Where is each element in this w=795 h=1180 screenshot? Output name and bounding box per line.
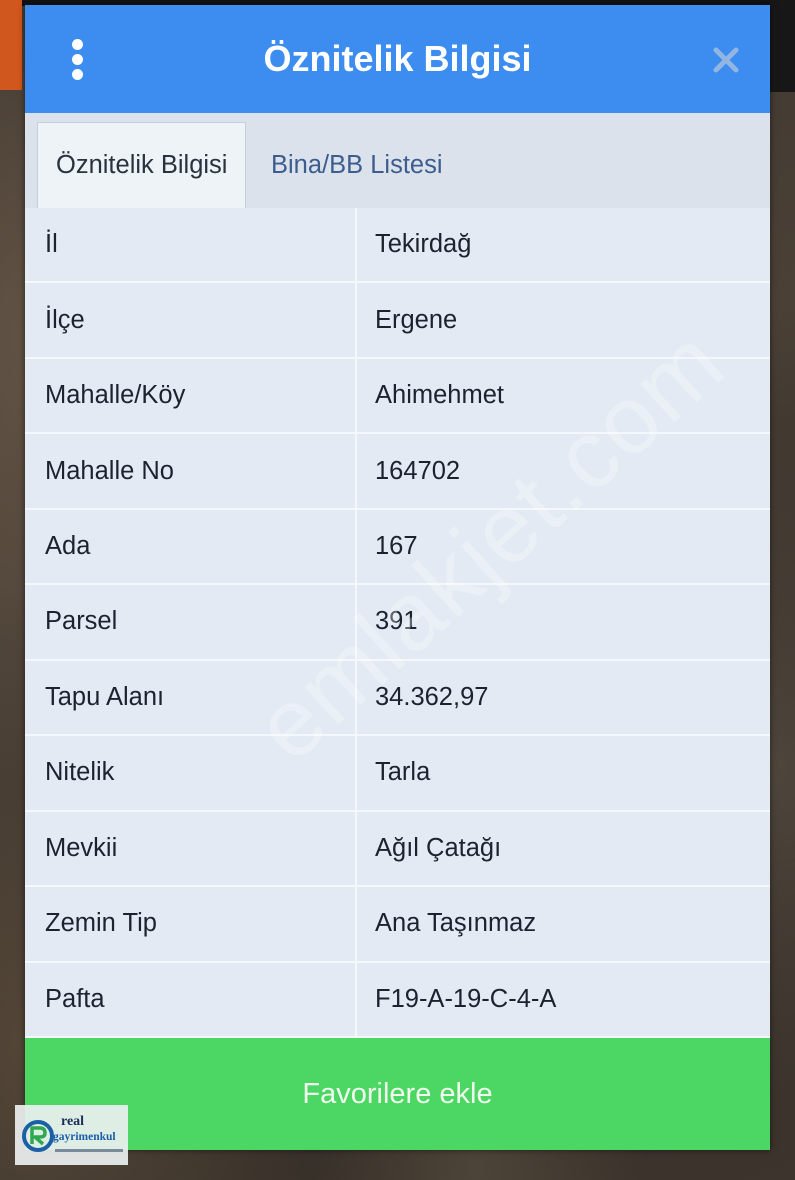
row-label: İlçe: [25, 283, 357, 357]
table-row: İl Tekirdağ: [25, 208, 770, 284]
row-value: Ağıl Çatağı: [375, 833, 502, 862]
table-row: Parsel 391: [25, 585, 770, 661]
tab-attribute-info[interactable]: Öznitelik Bilgisi: [37, 122, 246, 208]
row-label: Parsel: [25, 585, 357, 659]
row-label: Mahalle/Köy: [25, 358, 357, 433]
row-value: 34.362,97: [375, 682, 489, 711]
dialog-title: Öznitelik Bilgisi: [263, 38, 532, 79]
row-value: 167: [375, 532, 418, 561]
table-row: Nitelik Tarla: [25, 736, 770, 812]
company-logo: real gayrimenkul: [15, 1105, 128, 1165]
row-value: 391: [375, 607, 418, 636]
table-row: Zemin Tip Ana Taşınmaz: [25, 887, 770, 963]
row-label: İl: [25, 208, 357, 282]
logo-r-icon: [22, 1120, 54, 1152]
table-row: İlçe Ergene: [25, 283, 770, 359]
row-value: Ana Taşınmaz: [375, 909, 537, 938]
logo-text-bottom: gayrimenkul: [53, 1131, 116, 1143]
row-label: Pafta: [25, 962, 357, 1036]
table-row: Tapu Alanı 34.362,97: [25, 660, 770, 737]
table-row: Mevkii Ağıl Çatağı: [25, 811, 770, 888]
tab-bar: Öznitelik Bilgisi Bina/BB Listesi: [25, 113, 770, 208]
row-label: Mevkii: [25, 811, 357, 886]
table-row: Ada 167: [25, 509, 770, 586]
dialog-header: Öznitelik Bilgisi: [25, 5, 770, 113]
add-to-favorites-button[interactable]: Favorilere ekle: [25, 1038, 770, 1150]
row-label: Ada: [25, 509, 357, 584]
row-label: Tapu Alanı: [25, 660, 357, 735]
row-label: Nitelik: [25, 736, 357, 810]
row-value: Tarla: [375, 758, 431, 787]
row-value: Tekirdağ: [375, 230, 472, 259]
table-row: Pafta F19-A-19-C-4-A: [25, 962, 770, 1038]
row-value: Ergene: [375, 305, 458, 334]
map-orange-block: [0, 0, 22, 90]
row-label: Zemin Tip: [25, 887, 357, 961]
kebab-menu-icon[interactable]: [72, 39, 84, 81]
table-row: Mahalle/Köy Ahimehmet: [25, 358, 770, 435]
row-value: 164702: [375, 456, 461, 485]
table-row: Mahalle No 164702: [25, 434, 770, 510]
map-dark-block: [770, 0, 795, 92]
row-value: F19-A-19-C-4-A: [375, 984, 557, 1013]
row-label: Mahalle No: [25, 434, 357, 508]
row-value: Ahimehmet: [375, 381, 504, 410]
close-icon[interactable]: [713, 47, 739, 73]
attribute-table: İl Tekirdağ İlçe Ergene Mahalle/Köy Ahim…: [25, 208, 770, 1038]
logo-text-top: real: [61, 1114, 85, 1129]
tab-building-list[interactable]: Bina/BB Listesi: [246, 122, 443, 208]
logo-tagline: [55, 1149, 123, 1152]
attribute-info-dialog: Öznitelik Bilgisi Öznitelik Bilgisi Bina…: [25, 5, 770, 1150]
